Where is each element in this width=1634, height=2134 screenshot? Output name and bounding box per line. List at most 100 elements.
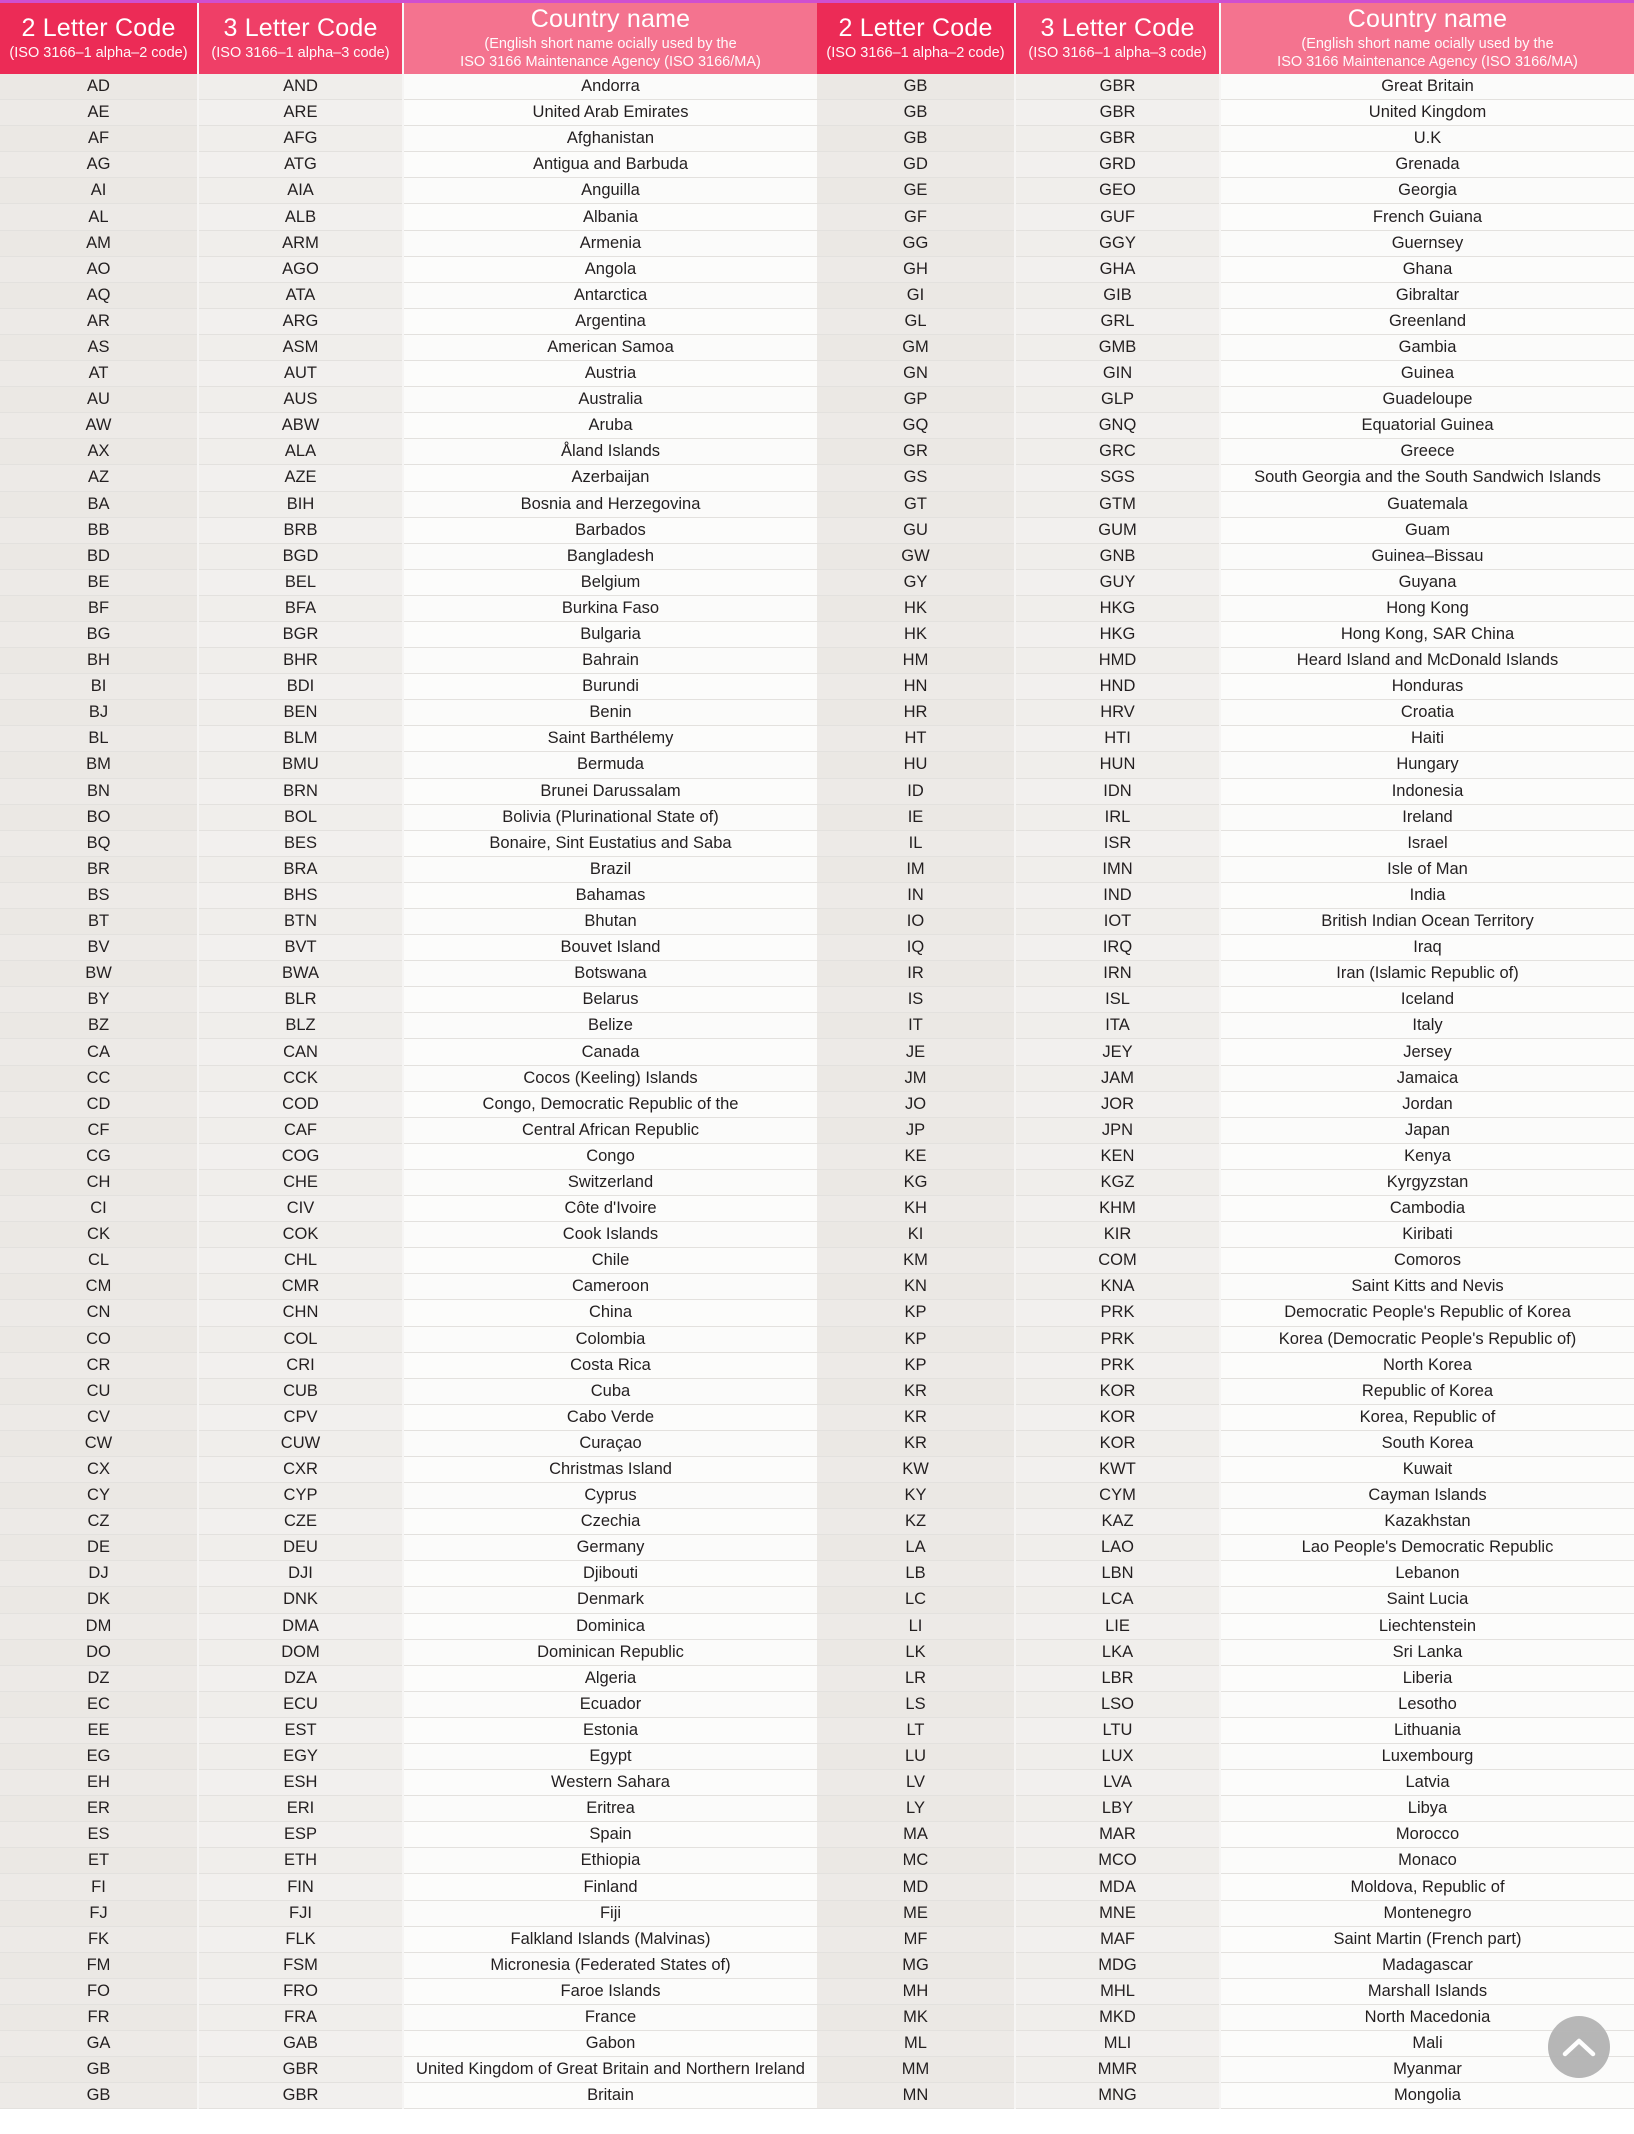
cell-3-letter-code: CHE [198,1169,404,1197]
cell-2-letter-code: CW [0,1430,199,1457]
cell-2-letter-code: GG [817,230,1016,257]
table-row: KW KWT Kuwait [817,1456,1634,1484]
cell-3-letter-code: COG [198,1143,404,1170]
scroll-to-top-button[interactable] [1548,2016,1610,2078]
cell-country-name: American Samoa [403,334,817,362]
table-row: CF CAF Central African Republic [0,1117,817,1144]
cell-3-letter-code: JEY [1015,1038,1221,1066]
cell-country-name: Greece [1220,438,1634,466]
cell-2-letter-code: AW [0,412,199,440]
table-row: BO BOL Bolivia (Plurinational State of) [0,804,817,831]
cell-3-letter-code: GGY [1015,230,1221,257]
cell-3-letter-code: GUY [1015,569,1221,596]
table-row: KE KEN Kenya [817,1143,1634,1170]
cell-country-name: Burkina Faso [403,595,817,622]
cell-country-name: Anguilla [403,177,817,205]
cell-2-letter-code: IT [817,1012,1016,1040]
cell-2-letter-code: IQ [817,934,1016,962]
cell-2-letter-code: EH [0,1769,199,1797]
table-row: GI GIB Gibraltar [817,282,1634,309]
cell-country-name: Argentina [403,308,817,335]
cell-3-letter-code: AUS [198,386,404,414]
table-row: KY CYM Cayman Islands [817,1482,1634,1510]
cell-2-letter-code: LK [817,1639,1016,1666]
cell-2-letter-code: BA [0,491,199,518]
cell-2-letter-code: CI [0,1195,199,1223]
table-row: LT LTU Lithuania [817,1717,1634,1745]
cell-country-name: Chile [403,1247,817,1275]
cell-country-name: French Guiana [1220,203,1634,231]
column-header-subtitle-line2: ISO 3166 Maintenance Agency (ISO 3166/MA… [1277,54,1578,71]
table-row: CN CHN China [0,1299,817,1327]
cell-3-letter-code: ASM [198,334,404,362]
cell-2-letter-code: CU [0,1378,199,1405]
cell-2-letter-code: DM [0,1613,199,1640]
cell-3-letter-code: CYP [198,1482,404,1510]
cell-2-letter-code: LS [817,1691,1016,1718]
cell-country-name: Cyprus [403,1482,817,1510]
cell-2-letter-code: FM [0,1952,199,1979]
table-row: HT HTI Haiti [817,725,1634,753]
cell-3-letter-code: IRQ [1015,934,1221,962]
cell-3-letter-code: AND [198,73,404,101]
cell-3-letter-code: DMA [198,1613,404,1640]
cell-country-name: Luxembourg [1220,1743,1634,1771]
cell-3-letter-code: GLP [1015,386,1221,414]
cell-2-letter-code: AF [0,125,199,153]
cell-3-letter-code: GUM [1015,517,1221,544]
cell-3-letter-code: KOR [1015,1404,1221,1431]
cell-country-name: Eritrea [403,1795,817,1823]
table-row: FR FRA France [0,2004,817,2032]
cell-country-name: Micronesia (Federated States of) [403,1952,817,1979]
cell-country-name: Saint Martin (French part) [1220,1926,1634,1953]
table-row: ES ESP Spain [0,1821,817,1849]
cell-2-letter-code: ER [0,1795,199,1823]
cell-3-letter-code: GUF [1015,203,1221,231]
cell-3-letter-code: ITA [1015,1012,1221,1040]
table-row: CX CXR Christmas Island [0,1456,817,1484]
cell-2-letter-code: MA [817,1821,1016,1849]
table-row: AR ARG Argentina [0,308,817,335]
cell-2-letter-code: LT [817,1717,1016,1745]
cell-3-letter-code: FSM [198,1952,404,1979]
table-header-right: 2 Letter Code (ISO 3166–1 alpha–2 code) … [817,0,1634,74]
cell-3-letter-code: AFG [198,125,404,153]
cell-2-letter-code: CC [0,1065,199,1092]
cell-3-letter-code: GIB [1015,282,1221,309]
table-row: GA GAB Gabon [0,2030,817,2058]
cell-2-letter-code: BQ [0,830,199,857]
cell-2-letter-code: BD [0,543,199,570]
table-row: ET ETH Ethiopia [0,1847,817,1875]
cell-country-name: Cabo Verde [403,1404,817,1431]
table-row: CG COG Congo [0,1143,817,1170]
cell-country-name: Libya [1220,1795,1634,1823]
cell-3-letter-code: CPV [198,1404,404,1431]
cell-3-letter-code: ECU [198,1691,404,1718]
cell-country-name: Saint Lucia [1220,1586,1634,1614]
cell-3-letter-code: BTN [198,908,404,936]
table-row: AT AUT Austria [0,360,817,388]
table-row: BQ BES Bonaire, Sint Eustatius and Saba [0,830,817,857]
table-row: IM IMN Isle of Man [817,856,1634,883]
cell-country-name: United Kingdom of Great Britain and Nort… [403,2056,817,2084]
cell-country-name: Czechia [403,1508,817,1536]
header-row: 2 Letter Code (ISO 3166–1 alpha–2 code) … [817,0,1634,74]
table-row: KG KGZ Kyrgyzstan [817,1169,1634,1197]
table-row: LC LCA Saint Lucia [817,1586,1634,1614]
cell-country-name: Kazakhstan [1220,1508,1634,1536]
cell-3-letter-code: CRI [198,1352,404,1379]
cell-2-letter-code: AE [0,99,199,127]
cell-3-letter-code: GMB [1015,334,1221,362]
right-table-pane: 2 Letter Code (ISO 3166–1 alpha–2 code) … [817,0,1634,2134]
cell-3-letter-code: KNA [1015,1273,1221,1301]
cell-2-letter-code: KH [817,1195,1016,1223]
cell-country-name: Angola [403,256,817,283]
cell-2-letter-code: GR [817,438,1016,466]
cell-3-letter-code: FRO [198,1978,404,2005]
cell-3-letter-code: CMR [198,1273,404,1301]
cell-2-letter-code: LV [817,1769,1016,1797]
table-row: EH ESH Western Sahara [0,1769,817,1797]
cell-2-letter-code: FI [0,1873,199,1901]
table-row: JP JPN Japan [817,1117,1634,1144]
cell-3-letter-code: KGZ [1015,1169,1221,1197]
